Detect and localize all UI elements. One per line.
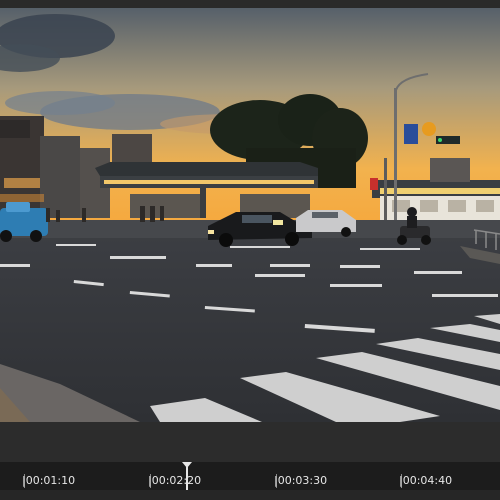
video-editor-window: |00:01:10 |00:02:20 |00:03:30 |00:04:40 bbox=[0, 0, 500, 500]
timecode-label: |00:03:30 bbox=[274, 474, 328, 487]
timeline-panel[interactable]: |00:01:10 |00:02:20 |00:03:30 |00:04:40 bbox=[0, 462, 500, 500]
timecode-label: |00:02:20 bbox=[148, 474, 202, 487]
video-preview-frame[interactable] bbox=[0, 8, 500, 422]
timecode-label: |00:01:10 bbox=[22, 474, 76, 487]
blue-car bbox=[0, 202, 48, 242]
timecode-label: |00:04:40 bbox=[399, 474, 453, 487]
time-ruler[interactable]: |00:01:10 |00:02:20 |00:03:30 |00:04:40 bbox=[0, 462, 500, 490]
street-scene-image bbox=[0, 8, 500, 422]
video-track[interactable] bbox=[0, 490, 500, 500]
preview-lower-bar bbox=[0, 422, 500, 462]
top-toolbar bbox=[0, 0, 500, 8]
playhead[interactable] bbox=[186, 466, 188, 490]
